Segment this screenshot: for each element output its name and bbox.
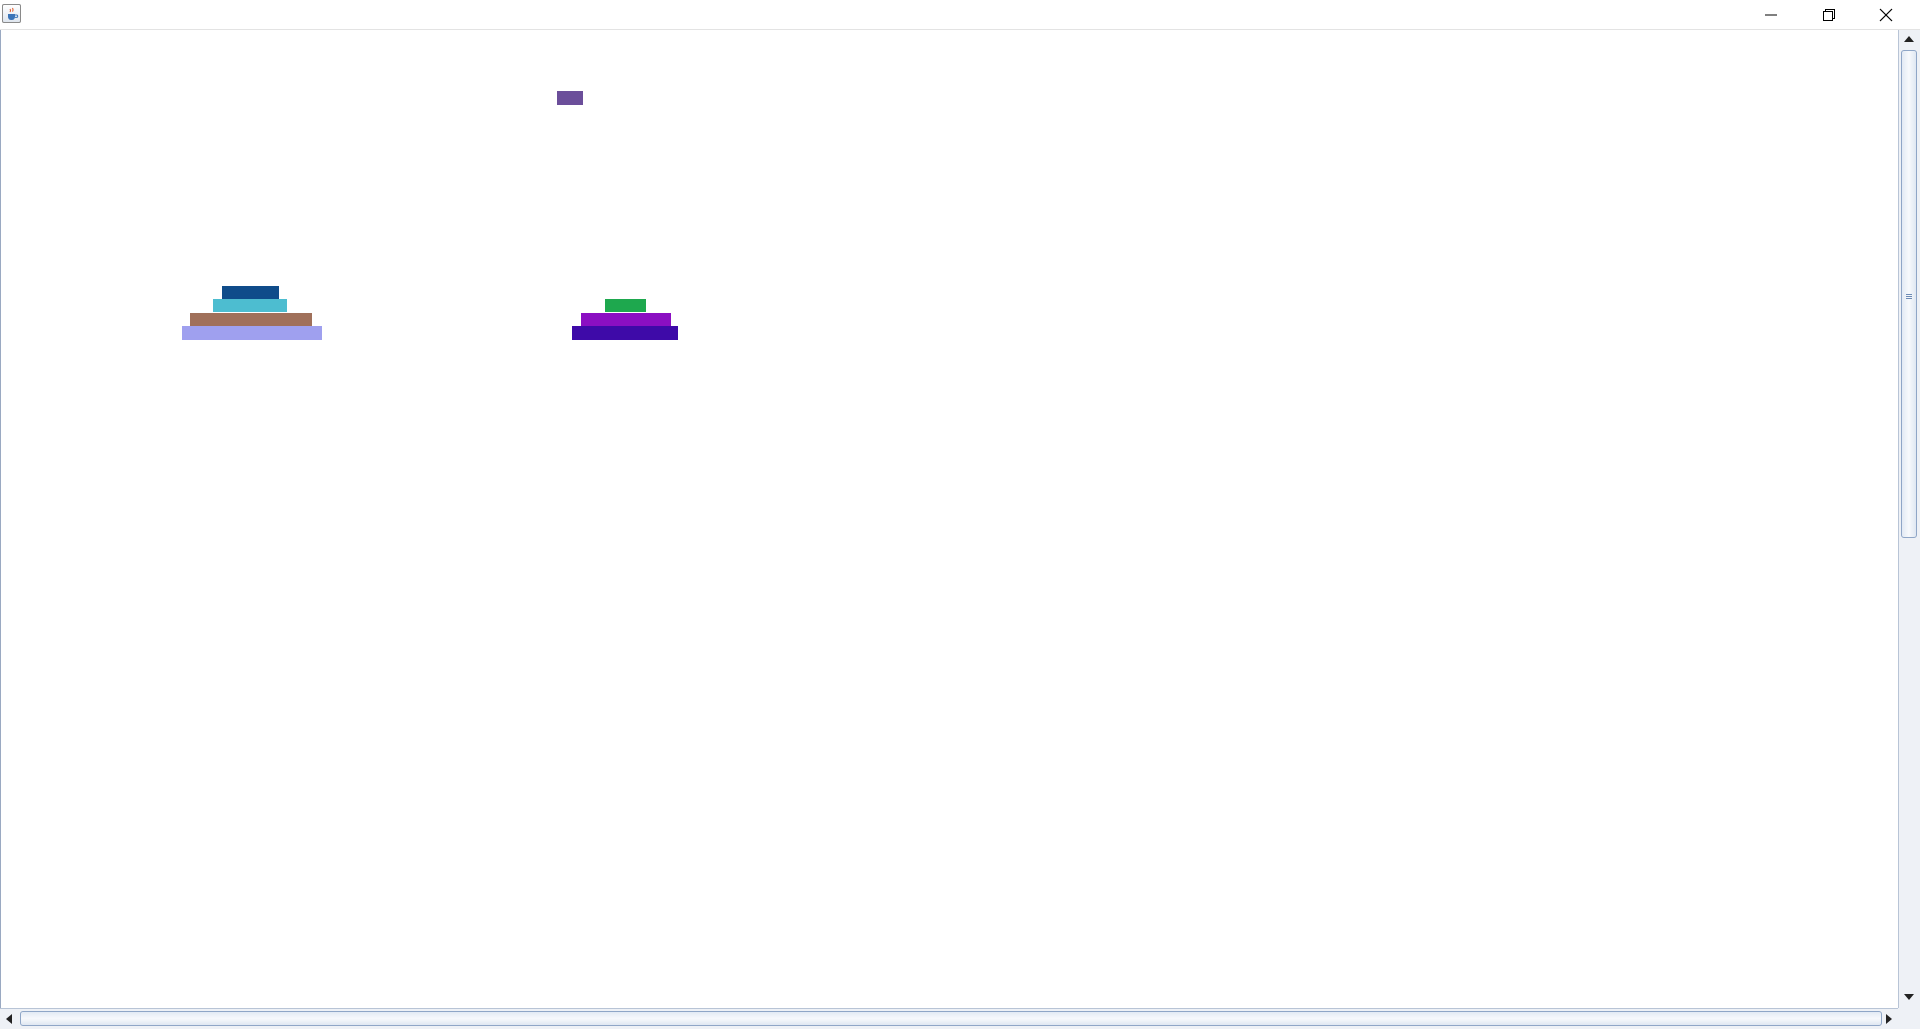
vertical-scroll-thumb[interactable] bbox=[1901, 50, 1917, 538]
scrollbar-corner bbox=[1898, 1008, 1920, 1029]
arrow-down-icon bbox=[1904, 994, 1914, 1000]
game-canvas[interactable] bbox=[0, 30, 1899, 1008]
scroll-right-button[interactable] bbox=[1880, 1009, 1898, 1029]
horizontal-scroll-thumb[interactable] bbox=[20, 1011, 1882, 1026]
disk[interactable] bbox=[213, 299, 287, 312]
disk[interactable] bbox=[222, 286, 279, 299]
java-cup-icon[interactable] bbox=[2, 4, 21, 23]
disk[interactable] bbox=[581, 313, 671, 326]
disk[interactable] bbox=[572, 326, 678, 340]
horizontal-scrollbar[interactable] bbox=[0, 1008, 1898, 1029]
vertical-scrollbar[interactable] bbox=[1898, 30, 1920, 1008]
scroll-up-button[interactable] bbox=[1899, 30, 1920, 48]
restore-icon bbox=[1823, 8, 1835, 21]
scroll-down-button[interactable] bbox=[1899, 988, 1920, 1006]
disk[interactable] bbox=[190, 313, 312, 326]
arrow-right-icon bbox=[1886, 1014, 1892, 1024]
restore-button[interactable] bbox=[1801, 0, 1857, 29]
close-button[interactable] bbox=[1858, 0, 1914, 29]
arrow-left-icon bbox=[6, 1014, 12, 1024]
disk[interactable] bbox=[605, 299, 646, 312]
scroll-left-button[interactable] bbox=[0, 1009, 18, 1029]
arrow-up-icon bbox=[1904, 36, 1914, 42]
title-bar bbox=[0, 0, 1920, 30]
lifted-disk[interactable] bbox=[557, 91, 583, 105]
close-icon bbox=[1879, 8, 1893, 21]
minimize-button[interactable] bbox=[1743, 0, 1799, 29]
disk[interactable] bbox=[182, 326, 322, 340]
minimize-icon bbox=[1765, 14, 1777, 15]
